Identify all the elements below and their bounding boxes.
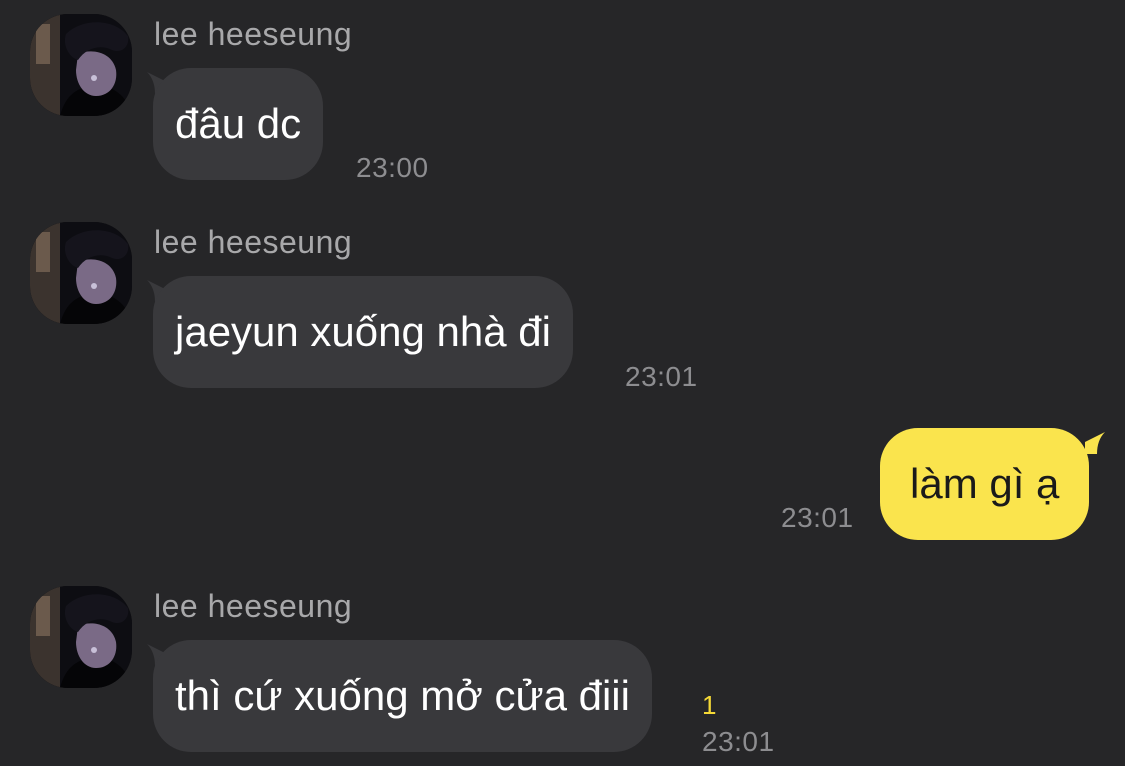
chat-view: lee heeseung đâu dc 23:00 lee heeseung j… — [0, 0, 1125, 766]
message-text: đâu dc — [175, 100, 302, 147]
message-text: thì cứ xuống mở cửa điii — [175, 672, 630, 719]
message-bubble[interactable]: thì cứ xuống mở cửa điii — [153, 640, 652, 752]
sender-name: lee heeseung — [154, 588, 353, 624]
avatar[interactable] — [30, 222, 132, 324]
message-bubble[interactable]: đâu dc — [153, 68, 324, 180]
sender-name: lee heeseung — [154, 16, 353, 52]
avatar[interactable] — [30, 586, 132, 688]
profile-photo-icon — [30, 222, 132, 324]
my-message-bubble[interactable]: làm gì ạ — [880, 428, 1090, 540]
message-text: jaeyun xuống nhà đi — [175, 308, 551, 355]
profile-photo-icon — [30, 586, 132, 688]
message-text: làm gì ạ — [910, 460, 1060, 507]
message-bubble[interactable]: jaeyun xuống nhà đi — [153, 276, 573, 388]
sender-name: lee heeseung — [154, 224, 353, 260]
message-time: 23:01 — [781, 502, 854, 533]
avatar[interactable] — [30, 14, 132, 116]
profile-photo-icon — [30, 14, 132, 116]
message-time: 23:01 — [702, 726, 775, 757]
message-time: 23:01 — [625, 361, 698, 392]
bubble-tail-icon — [1085, 432, 1105, 454]
unread-count: 1 — [702, 690, 717, 720]
message-time: 23:00 — [356, 152, 429, 183]
